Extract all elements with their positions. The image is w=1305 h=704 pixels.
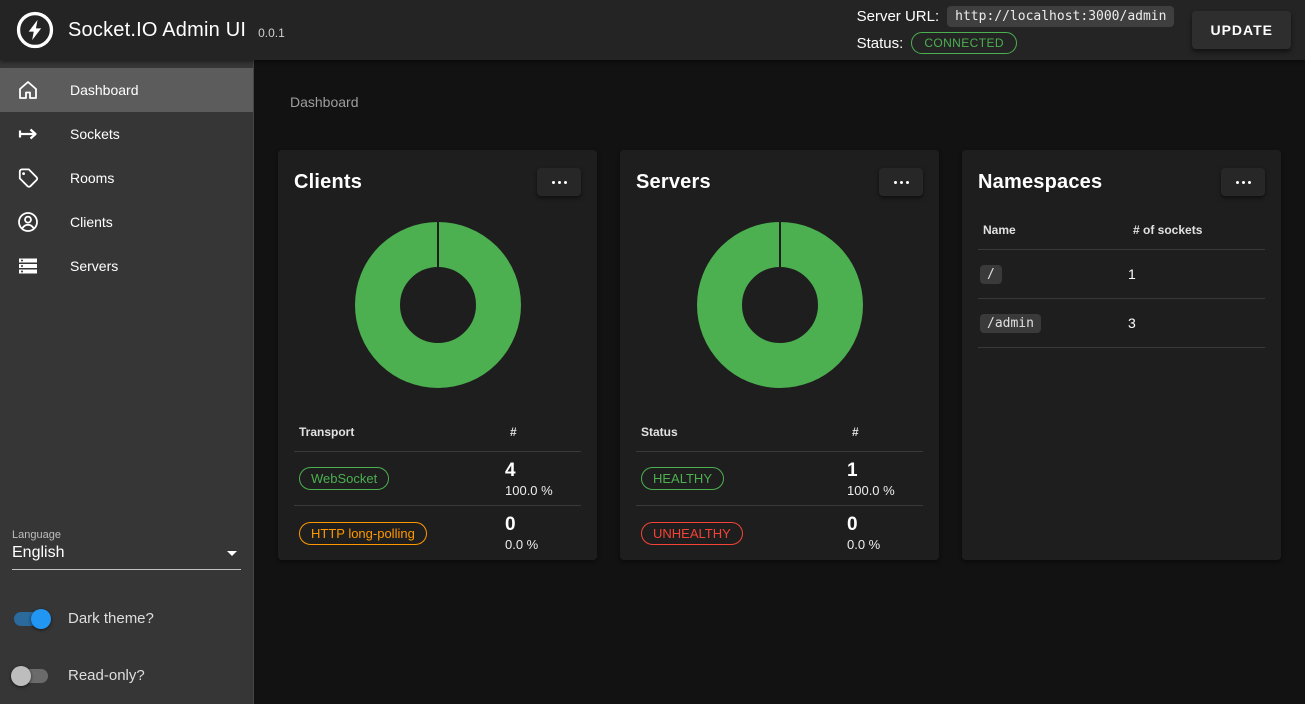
sidebar-item-label: Sockets [70, 126, 120, 142]
tag-icon [16, 166, 40, 190]
breadcrumb: Dashboard [290, 94, 1281, 110]
sidebar-item-dashboard[interactable]: Dashboard [0, 68, 253, 112]
count-value: 1 [847, 459, 923, 482]
count-value: 0 [847, 513, 923, 536]
main-content: Dashboard Clients [254, 60, 1305, 704]
namespaces-table-header: Name # of sockets [978, 210, 1265, 250]
status-badge: CONNECTED [911, 32, 1017, 54]
servers-card: Servers Status # [620, 150, 939, 560]
transport-chip: WebSocket [299, 467, 389, 490]
servers-card-title: Servers [636, 171, 711, 194]
count-value: 0 [505, 513, 581, 536]
table-row: / 1 [978, 250, 1265, 299]
sidebar-item-label: Servers [70, 258, 118, 274]
sidebar-item-rooms[interactable]: Rooms [0, 156, 253, 200]
percent-value: 0.0 % [847, 536, 923, 553]
read-only-label: Read-only? [68, 667, 145, 684]
count-value: 4 [505, 459, 581, 482]
server-url-value: http://localhost:3000/admin [947, 6, 1174, 27]
sidebar-item-servers[interactable]: Servers [0, 244, 253, 288]
column-header: Transport [294, 425, 505, 439]
top-app-bar: Socket.IO Admin UI 0.0.1 Server URL: htt… [0, 0, 1305, 60]
namespaces-card-title: Namespaces [978, 171, 1102, 194]
servers-more-options-button[interactable] [879, 168, 923, 196]
app-title: Socket.IO Admin UI [68, 19, 246, 42]
table-row: WebSocket 4 100.0 % [294, 452, 581, 506]
clients-card: Clients Transport # [278, 150, 597, 560]
table-row: HTTP long-polling 0 0.0 % [294, 506, 581, 560]
language-selected-value: English [12, 544, 64, 562]
arrow-right-icon [16, 122, 40, 146]
app-root: Socket.IO Admin UI 0.0.1 Server URL: htt… [0, 0, 1305, 704]
percent-value: 100.0 % [505, 482, 581, 499]
read-only-toggle[interactable]: Read-only? [12, 667, 241, 684]
server-info: Server URL: http://localhost:3000/admin … [857, 6, 1175, 54]
account-circle-icon [16, 210, 40, 234]
namespace-name-chip: /admin [980, 314, 1041, 333]
table-row: /admin 3 [978, 299, 1265, 348]
table-row: HEALTHY 1 100.0 % [636, 452, 923, 506]
sockets-count: 1 [1128, 266, 1265, 282]
sidebar-item-sockets[interactable]: Sockets [0, 112, 253, 156]
status-chip: UNHEALTHY [641, 522, 743, 545]
column-header: # of sockets [1128, 223, 1265, 237]
column-header: # [847, 425, 923, 439]
chevron-down-icon [227, 551, 237, 556]
dots-icon [552, 181, 555, 184]
namespaces-more-options-button[interactable] [1221, 168, 1265, 196]
sidebar-item-clients[interactable]: Clients [0, 200, 253, 244]
servers-table-header: Status # [636, 412, 923, 452]
home-icon [16, 78, 40, 102]
percent-value: 0.0 % [505, 536, 581, 553]
sidebar-item-label: Rooms [70, 170, 114, 186]
dots-icon [1236, 181, 1239, 184]
clients-card-title: Clients [294, 171, 362, 194]
servers-donut-chart [697, 222, 863, 388]
namespaces-card: Namespaces Name # of sockets / 1 [962, 150, 1281, 560]
column-header: Status [636, 425, 847, 439]
transport-chip: HTTP long-polling [299, 522, 427, 545]
status-label: Status: [857, 35, 904, 52]
dark-theme-switch-thumb[interactable] [14, 612, 48, 626]
table-row: UNHEALTHY 0 0.0 % [636, 506, 923, 560]
clients-table-header: Transport # [294, 412, 581, 452]
language-select[interactable]: English [12, 541, 241, 570]
column-header: Name [978, 223, 1128, 237]
sidebar-item-label: Dashboard [70, 82, 139, 98]
namespace-name-chip: / [980, 265, 1002, 284]
storage-icon [16, 254, 40, 278]
dark-theme-label: Dark theme? [68, 610, 154, 627]
dark-theme-toggle[interactable]: Dark theme? [12, 610, 241, 627]
clients-more-options-button[interactable] [537, 168, 581, 196]
language-select-group: Language English [12, 529, 241, 570]
status-chip: HEALTHY [641, 467, 724, 490]
column-header: # [505, 425, 581, 439]
dots-icon [894, 181, 897, 184]
clients-donut-chart [355, 222, 521, 388]
socketio-logo-icon [16, 11, 54, 49]
sidebar-item-label: Clients [70, 214, 113, 230]
sidebar: Dashboard Sockets Rooms [0, 60, 254, 704]
app-version: 0.0.1 [258, 26, 285, 40]
read-only-switch-thumb[interactable] [14, 669, 48, 683]
server-url-label: Server URL: [857, 8, 940, 25]
sockets-count: 3 [1128, 315, 1265, 331]
language-label: Language [12, 529, 241, 541]
update-button[interactable]: UPDATE [1192, 11, 1291, 49]
percent-value: 100.0 % [847, 482, 923, 499]
